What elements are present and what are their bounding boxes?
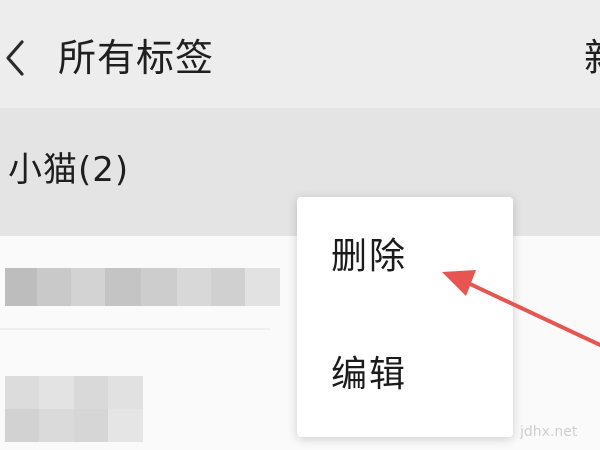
list-divider <box>0 328 270 330</box>
chevron-left-icon <box>6 40 24 76</box>
new-tag-button[interactable]: 新 <box>584 30 600 86</box>
blurred-list-item <box>5 376 143 442</box>
app-header: 所有标签 新 <box>0 0 600 108</box>
context-menu: 删除 编辑 <box>297 197 513 437</box>
delete-menu-item[interactable]: 删除 <box>331 229 407 285</box>
watermark: jdhx.net <box>520 424 578 440</box>
back-button[interactable] <box>0 32 30 84</box>
edit-menu-item[interactable]: 编辑 <box>331 347 407 403</box>
tag-group-label: 小猫(2) <box>8 150 130 190</box>
page-title: 所有标签 <box>58 36 215 80</box>
blurred-list-item <box>5 268 280 306</box>
